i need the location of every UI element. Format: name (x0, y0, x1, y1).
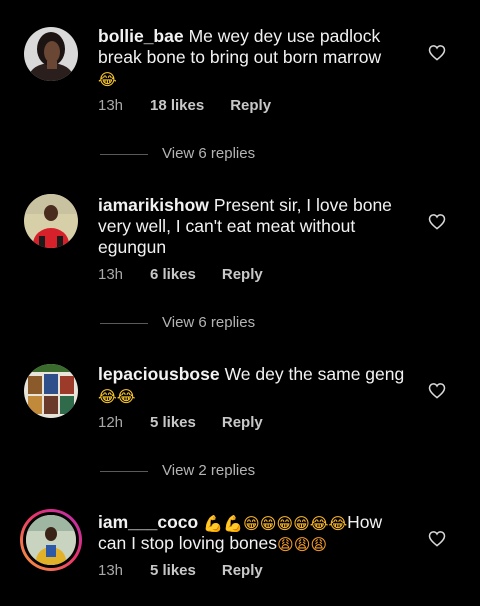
comment-username[interactable]: lepaciousbose (98, 364, 220, 384)
comment-meta: 12h 5 likes Reply (98, 413, 263, 433)
comment-meta: 13h 5 likes Reply (98, 561, 263, 581)
view-replies-label: View 6 replies (162, 314, 256, 331)
reply-button[interactable]: Reply (222, 265, 263, 285)
comment-body: We dey the same geng (224, 364, 405, 384)
reply-button[interactable]: Reply (230, 96, 271, 116)
comment-text: lepaciousbose We dey the same geng 😂😂 (98, 364, 413, 406)
heart-outline-icon[interactable] (428, 530, 446, 547)
laughing-emoji: 😂😂 (98, 387, 136, 406)
heart-outline-icon[interactable] (428, 213, 446, 230)
comment-time: 12h (98, 414, 124, 431)
avatar-story-ring[interactable] (20, 509, 82, 571)
laughing-emoji: 😂 (98, 70, 117, 89)
comment-likes[interactable]: 5 likes (150, 561, 196, 581)
comment-text: iamarikishow Present sir, I love bone ver… (98, 195, 413, 258)
comment-text: bollie_bae Me wey dey use padlock break b… (98, 26, 413, 89)
reply-button[interactable]: Reply (222, 561, 263, 581)
heart-outline-icon[interactable] (428, 44, 446, 61)
avatar-photo (26, 515, 76, 565)
replies-divider (100, 153, 148, 155)
replies-divider (100, 322, 148, 324)
view-replies-label: View 6 replies (162, 145, 256, 162)
avatar[interactable] (24, 194, 78, 248)
avatar[interactable] (24, 27, 78, 81)
avatar[interactable] (24, 364, 78, 418)
weary-emoji: 😩😩😩 (277, 535, 328, 554)
comment-text: iam___coco 💪💪😁😁😁😁😂😂How can I stop loving … (98, 512, 413, 554)
comment-likes[interactable]: 5 likes (150, 413, 196, 433)
comment-meta: 13h 6 likes Reply (98, 265, 263, 285)
avatar-photo (24, 27, 78, 81)
comment-time: 13h (98, 97, 124, 114)
avatar (23, 512, 79, 568)
comment-likes[interactable]: 18 likes (150, 96, 204, 116)
reply-button[interactable]: Reply (222, 413, 263, 433)
comment-username[interactable]: bollie_bae (98, 26, 184, 46)
avatar-photo (24, 364, 78, 418)
view-replies-link[interactable]: View 6 replies (100, 144, 255, 164)
view-replies-link[interactable]: View 2 replies (100, 461, 255, 481)
heart-outline-icon[interactable] (428, 382, 446, 399)
comment-time: 13h (98, 562, 124, 579)
view-replies-link[interactable]: View 6 replies (100, 313, 255, 333)
replies-divider (100, 470, 148, 472)
comment-likes[interactable]: 6 likes (150, 265, 196, 285)
comment-username[interactable]: iam___coco (98, 512, 198, 532)
comment-meta: 13h 18 likes Reply (98, 96, 271, 116)
comment-username[interactable]: iamarikishow (98, 195, 209, 215)
view-replies-label: View 2 replies (162, 462, 256, 479)
avatar-photo (24, 194, 78, 248)
emoji-lead: 💪💪😁😁😁😁😂😂 (203, 514, 348, 533)
comment-time: 13h (98, 266, 124, 283)
